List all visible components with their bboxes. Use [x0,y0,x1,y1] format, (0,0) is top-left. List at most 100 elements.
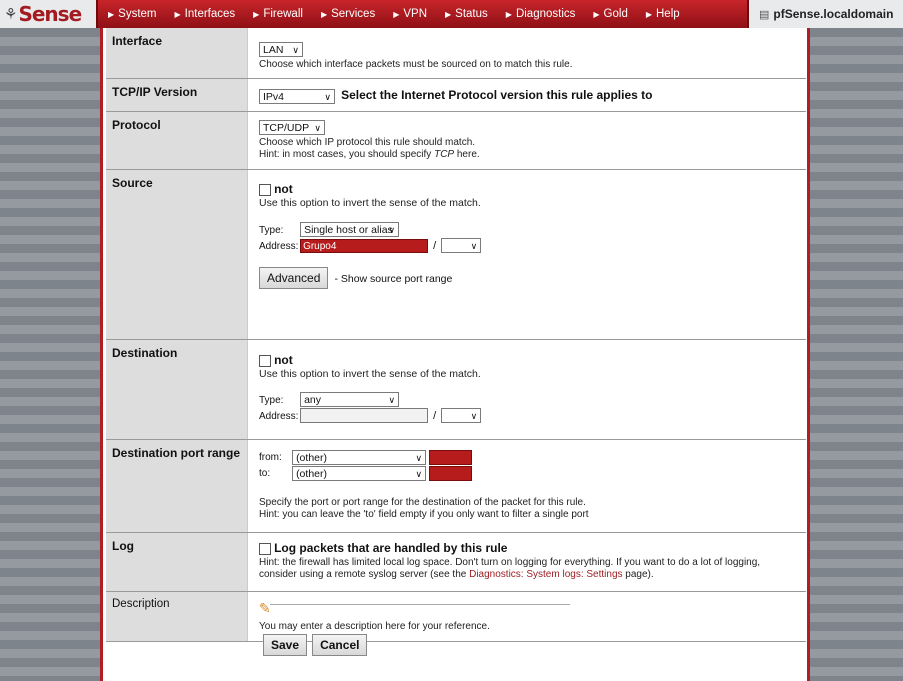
source-address-input[interactable]: Grupo4 [300,238,429,253]
background-right [808,28,903,681]
tcpip-note: Select the Internet Protocol version thi… [341,88,653,102]
menu-system[interactable]: ▶ System [108,8,157,20]
port-from-value: (other) [296,452,327,464]
interface-value: LAN [263,44,284,56]
port-to-label: to: [259,468,271,480]
row-destination-port-range: Destination port range from: (other) ∨ to… [106,440,806,533]
destination-type-label: Type: [259,394,284,406]
menu-help[interactable]: ▶ Help [646,8,680,20]
row-interface: Interface LAN ∨ Choose which interface pa… [106,28,806,79]
dest-port-label: Destination port range [106,440,248,532]
menu-arrow-icon: ▶ [593,10,600,19]
row-protocol: Protocol TCP/UDP ∨ Choose which IP protoc… [106,112,806,170]
source-not-label: not [274,182,293,196]
interface-select[interactable]: LAN ∨ [259,42,303,57]
description-input[interactable] [270,604,570,605]
save-button[interactable]: Save [263,634,308,656]
destination-address-input[interactable] [300,408,429,424]
port-from-input[interactable] [429,450,473,465]
chevron-down-icon: ∨ [388,225,396,236]
source-type-value: Single host or alias [304,224,393,237]
destination-type-value: any [304,394,321,407]
rule-edit-panel: Interface LAN ∨ Choose which interface pa… [100,28,810,681]
chevron-down-icon: ∨ [470,411,478,422]
menu-services[interactable]: ▶ Services [321,8,375,20]
menu-label: Services [331,8,376,20]
tcpip-select[interactable]: IPv4 ∨ [259,88,335,104]
menu-arrow-icon: ▶ [505,10,512,19]
hostname: pfSense.localdomain [773,7,894,21]
tcpip-label: TCP/IP Version [106,79,248,111]
log-label: Log [106,533,248,591]
protocol-label: Protocol [106,112,248,169]
menu-arrow-icon: ▶ [253,10,260,19]
menu-status[interactable]: ▶ Status [445,8,488,20]
menu-arrow-icon: ▶ [108,10,115,19]
interface-hint: Choose which interface packets must be s… [259,59,573,70]
top-navigation-bar: ⚘ Sense ▶ System ▶ Interfaces ▶ Firewall ▶ S… [0,0,903,28]
destination-not-checkbox[interactable] [259,355,271,368]
row-log: Log Log packets that are handled by this… [106,533,806,592]
menu-label: Help [656,8,680,20]
menu-label: Gold [603,8,628,20]
log-check-label: Log packets that are handled by this rul… [274,541,508,555]
pfsense-logo[interactable]: ⚘ Sense [0,0,98,28]
description-label: Description [106,592,248,641]
menu-firewall[interactable]: ▶ Firewall [253,8,303,20]
protocol-select[interactable]: TCP/UDP ∨ [259,120,325,135]
row-source: Source not Use this option to invert the… [106,170,806,340]
menu-arrow-icon: ▶ [174,10,181,19]
destination-label: Destination [106,340,248,439]
hostname-box[interactable]: ▤ pfSense.localdomain [747,0,903,28]
source-type-select[interactable]: Single host or alias ∨ [300,222,400,238]
port-to-input[interactable] [429,466,473,481]
source-label: Source [106,170,248,339]
destination-slash: / [433,409,437,422]
protocol-hint-2: Hint: in most cases, you should specify … [259,149,806,161]
pf-logo-icon: ⚘ [4,6,18,23]
log-checkbox[interactable] [259,543,271,556]
destination-type-select[interactable]: any ∨ [300,392,400,408]
menu-gold[interactable]: ▶ Gold [593,8,627,20]
row-destination: Destination not Use this option to inver… [106,340,806,440]
pencil-icon: ✎ [259,600,271,616]
menu-label: Interfaces [184,8,236,20]
menu-interfaces[interactable]: ▶ Interfaces [175,8,236,20]
menu-arrow-icon: ▶ [320,10,328,19]
menu-label: System [118,8,157,20]
source-mask-select[interactable]: ∨ [441,238,482,254]
chevron-down-icon: ∨ [292,45,299,55]
chevron-down-icon: ∨ [415,469,423,479]
menu-arrow-icon: ▶ [445,10,452,19]
advanced-button[interactable]: Advanced [259,267,329,290]
chevron-down-icon: ∨ [388,395,396,406]
background-left [0,28,100,681]
log-hint-post: page). [625,569,654,581]
chevron-down-icon: ∨ [470,241,478,252]
description-hint: You may enter a description here for you… [259,621,490,632]
network-icon: ▤ [759,8,770,21]
cancel-button[interactable]: Cancel [312,634,368,656]
menu-label: Diagnostics [515,8,576,20]
source-not-checkbox[interactable] [259,184,271,197]
source-hint: Use this option to invert the sense of t… [259,197,481,210]
protocol-hint-post: here. [456,149,480,160]
menu-label: Firewall [263,8,303,20]
menu-diagnostics[interactable]: ▶ Diagnostics [506,8,576,20]
destination-mask-select[interactable]: ∨ [441,408,482,424]
source-slash: / [433,239,437,252]
chevron-down-icon: ∨ [324,91,331,102]
advanced-note: - Show source port range [334,273,453,286]
syslog-settings-link[interactable]: Diagnostics: System logs: Settings [469,569,622,580]
row-description: Description ✎ You may enter a descriptio… [106,592,806,642]
row-tcpip-version: TCP/IP Version IPv4 ∨ Select the Internet… [106,79,806,112]
menu-vpn[interactable]: ▶ VPN [393,8,427,20]
destination-hint: Use this option to invert the sense of t… [259,368,481,381]
port-to-select[interactable]: (other) ∨ [292,466,427,481]
log-hint-1: Hint: the firewall has limited local log… [259,557,761,569]
destination-not-label: not [274,353,293,367]
dest-port-hint-1: Specify the port or port range for the d… [259,497,586,508]
port-from-select[interactable]: (other) ∨ [292,450,427,465]
menu-label: VPN [403,8,428,20]
protocol-value: TCP/UDP [263,122,310,134]
